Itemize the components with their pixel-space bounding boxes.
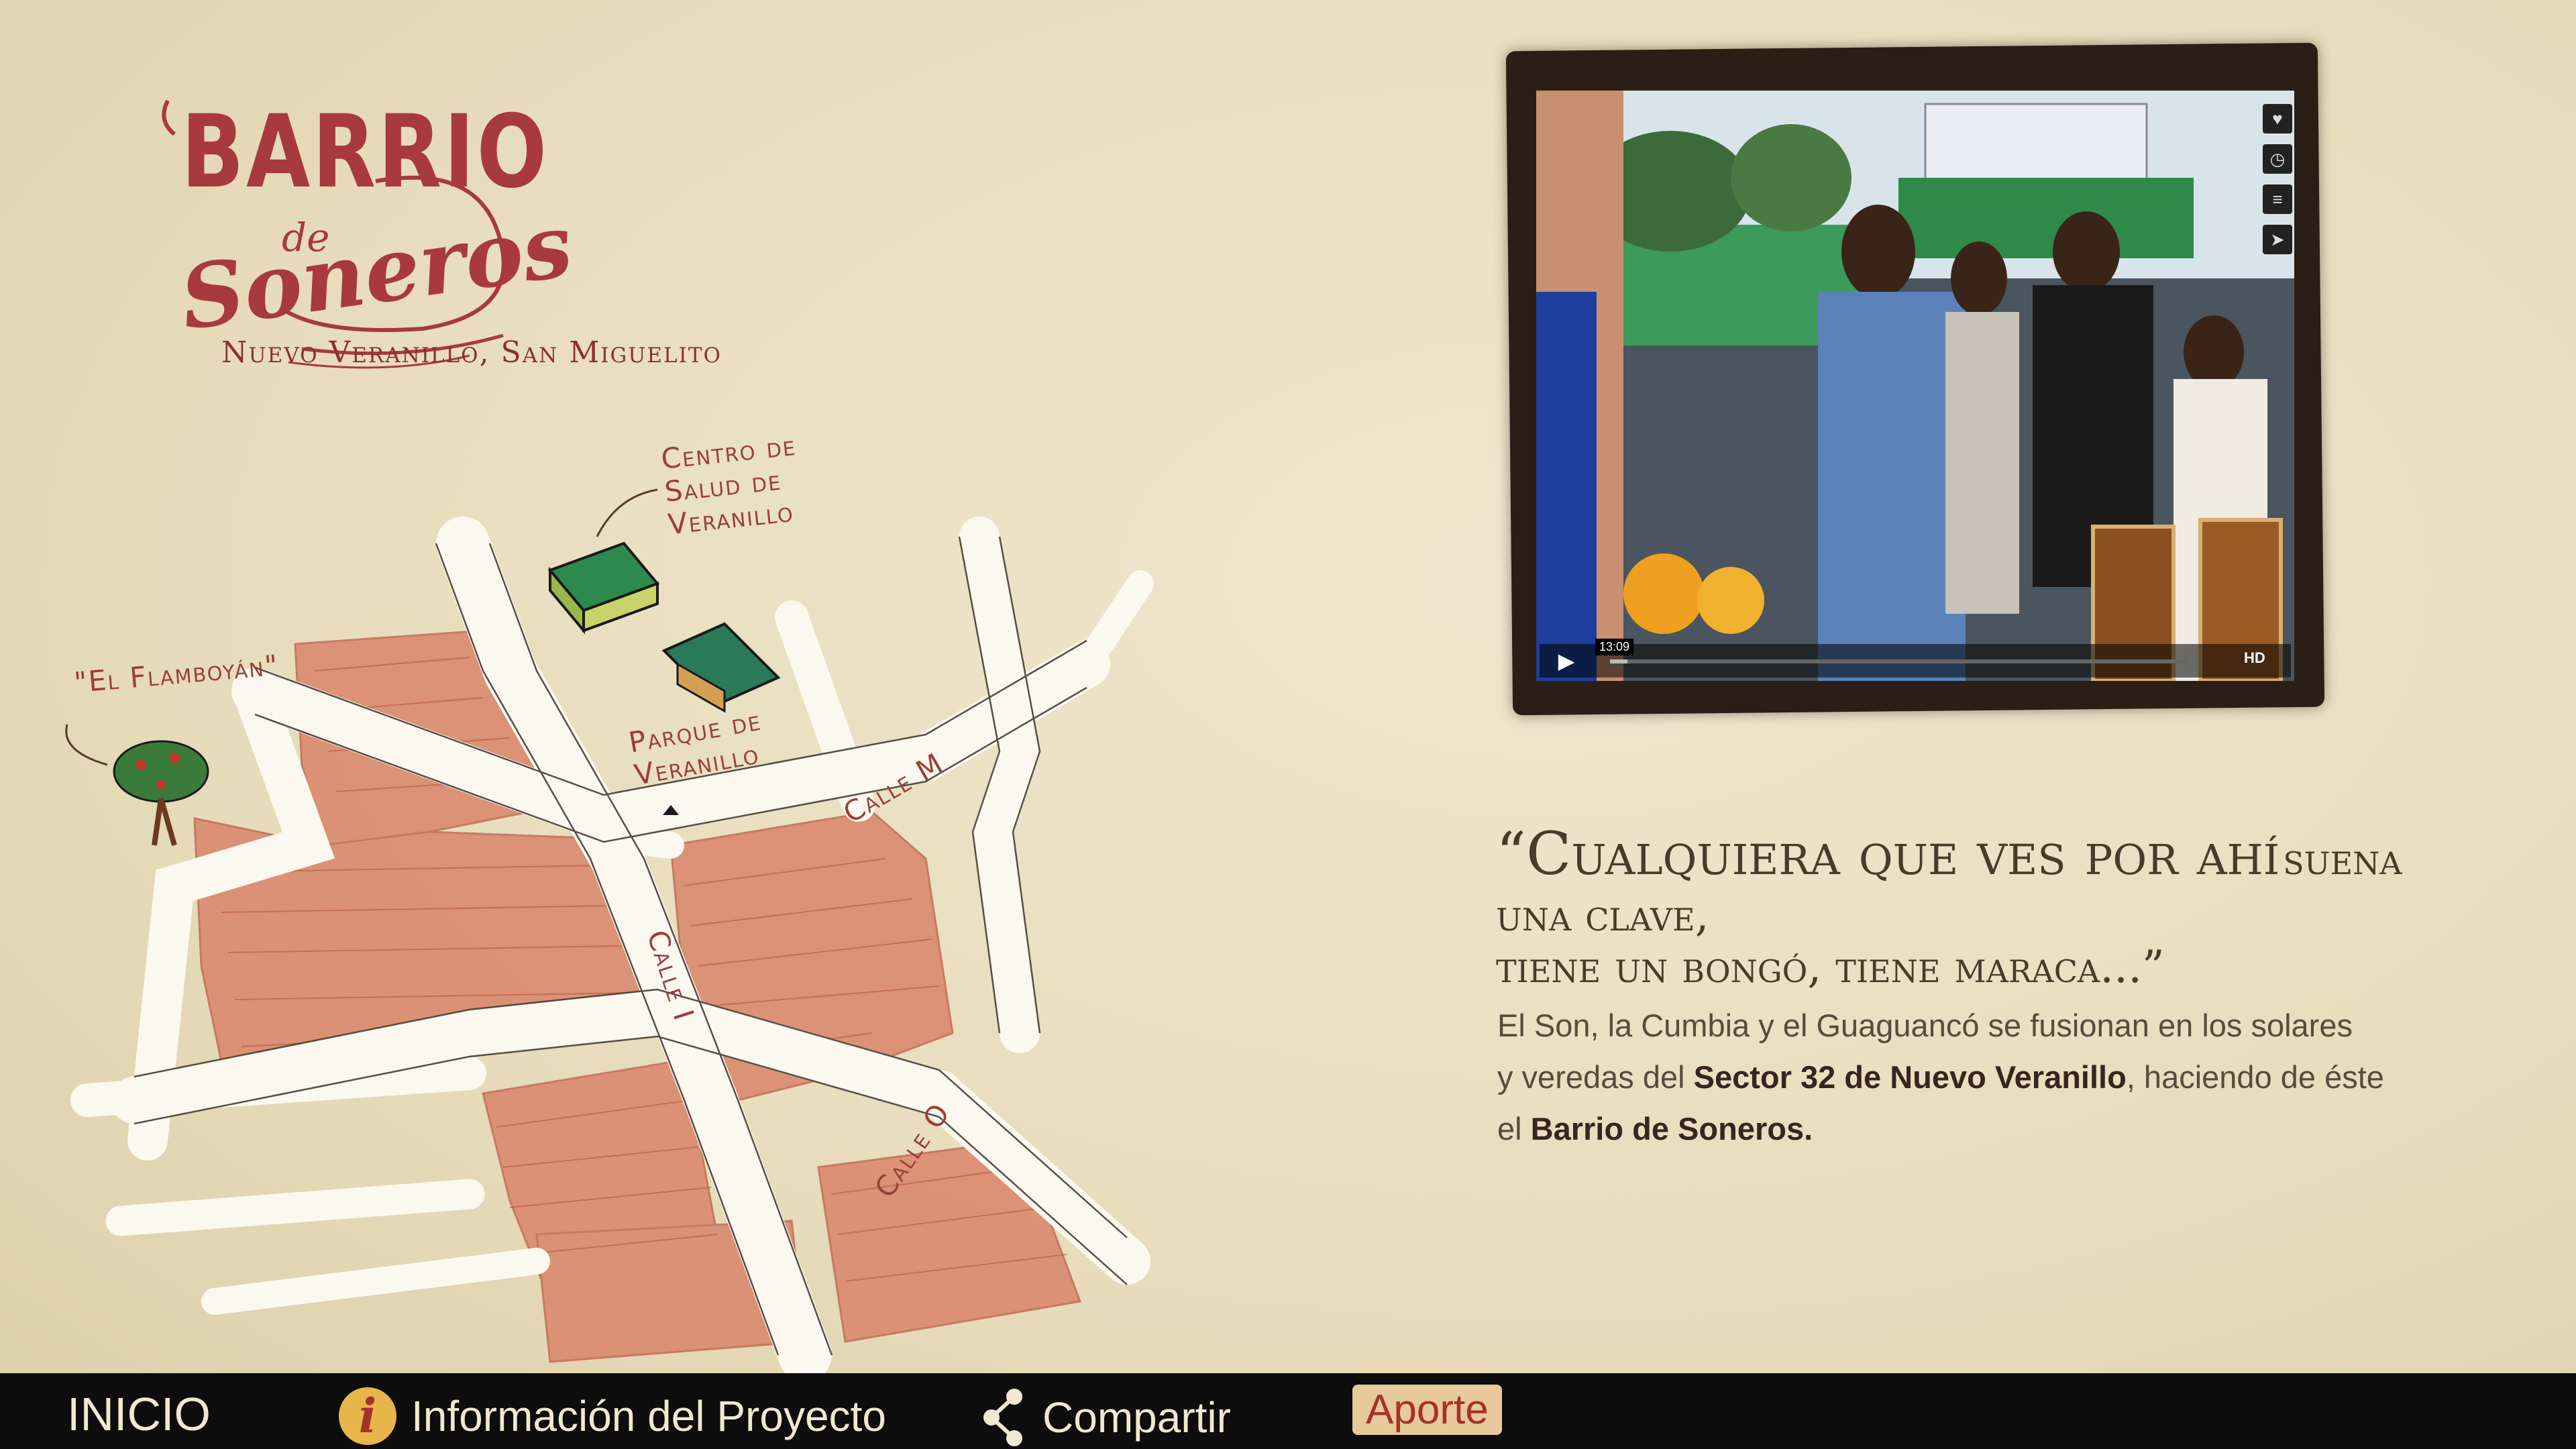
health-center-building-icon: [547, 541, 660, 635]
watch-later-clock-icon[interactable]: ◷: [2263, 144, 2292, 174]
video-time-badge: 13:09: [1595, 639, 1634, 655]
collections-layers-icon[interactable]: ≡: [2263, 184, 2292, 214]
nav-inicio-label: INICIO: [67, 1388, 211, 1440]
location-subtitle: Nuevo Veranillo, San Miguelito: [221, 335, 722, 370]
logo-barrio: BARRIO: [181, 94, 549, 211]
share-icon: [983, 1389, 1022, 1446]
neighborhood-map: Centro de Salud de Veranillo "El Flamboy…: [0, 429, 1181, 1382]
info-icon: i: [339, 1387, 396, 1445]
video-player[interactable]: [1536, 91, 2294, 681]
description-text-4: el: [1497, 1111, 1531, 1146]
nav-share-link[interactable]: Compartir: [979, 1387, 1231, 1448]
flamboyan-tree-icon: [113, 740, 209, 847]
project-description: El Son, la Cumbia y el Guaguancó se fusi…: [1497, 1000, 2504, 1155]
quote-block: “Cualquiera que ves por ahí suena una cl…: [1496, 818, 2469, 993]
like-heart-icon[interactable]: ♥: [2263, 104, 2292, 133]
quote-part-3: tiene un bongó, tiene maraca...”: [1496, 941, 2165, 993]
quote-part-1: “Cualquiera que ves por ahí: [1496, 819, 2280, 888]
video-progress-fill: [1610, 659, 1627, 663]
map-label-centro-salud: Centro de Salud de Veranillo: [659, 428, 798, 541]
video-thumbnail: [1536, 91, 2294, 681]
nav-info-label: Información del Proyecto: [411, 1392, 886, 1440]
video-progress-bar[interactable]: [1610, 659, 2187, 663]
share-send-icon[interactable]: ➤: [2263, 225, 2292, 254]
park-building-icon: [661, 622, 781, 713]
hd-toggle-button[interactable]: HD: [2244, 649, 2265, 667]
nav-info-link[interactable]: i Información del Proyecto: [339, 1387, 886, 1445]
description-bold-sector: Sector 32 de Nuevo Veranillo: [1693, 1059, 2127, 1095]
nav-share-label: Compartir: [1042, 1393, 1231, 1442]
street-map-drawing: [65, 488, 1154, 1382]
description-text-3: , haciendo de éste: [2126, 1059, 2384, 1095]
play-icon[interactable]: ▶: [1553, 647, 1580, 674]
description-line-1: El Son, la Cumbia y el Guaguancó se fusi…: [1497, 1008, 2353, 1043]
nav-inicio-link[interactable]: INICIO: [67, 1387, 211, 1441]
description-text-2: y veredas del: [1497, 1059, 1694, 1095]
description-bold-barrio: Barrio de Soneros.: [1530, 1111, 1813, 1146]
aporte-button[interactable]: Aporte: [1352, 1385, 1502, 1435]
